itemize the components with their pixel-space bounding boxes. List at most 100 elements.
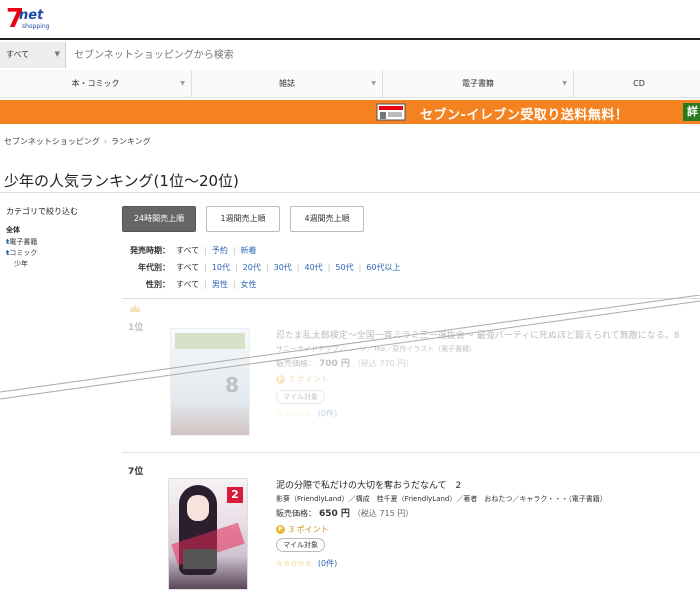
points-badge: P 3 ポイント <box>276 374 329 385</box>
chevron-down-icon: ▼ <box>54 50 60 58</box>
chevron-down-icon: ▼ <box>371 80 376 87</box>
price-value: 650 円 <box>319 509 350 519</box>
breadcrumb-home[interactable]: セブンネットショッピング <box>4 137 100 146</box>
filter-option-all[interactable]: すべて <box>176 242 199 259</box>
filter-label: 発売時期： <box>130 246 170 255</box>
sidebar-heading: カテゴリで絞り込む <box>6 207 78 216</box>
star-icons: ☆☆☆☆☆ <box>276 409 312 418</box>
divider <box>0 192 700 193</box>
filter-option-all[interactable]: すべて <box>176 259 199 276</box>
chevron-down-icon: ▼ <box>180 80 185 87</box>
category-nav: 本・コミック ▼ 雑誌 ▼ 電子書籍 ▼ CD <box>0 70 700 98</box>
tab-4week-sales[interactable]: 4週間売上順 <box>290 206 364 232</box>
sidebar-item-label: コミック <box>9 249 38 257</box>
store-icon <box>376 103 406 121</box>
ranking-item: 1位 8 忍たま乱太郎検定〜全国一斉ミラミ三一選抜会〜 最強パーティに死ぬほど鍛… <box>122 302 700 452</box>
cover-art <box>187 495 209 521</box>
price-tax: （税込 770 円） <box>352 359 414 368</box>
points-badge: P 3 ポイント <box>276 524 329 535</box>
sidebar-item-shonen[interactable]: 少年 <box>6 259 111 270</box>
filters: 発売時期： すべて | 予約 | 新着 年代別： すべて | 10代 | 20代 | 30… <box>122 242 405 293</box>
filter-option-60s-plus[interactable]: 60代以上 <box>366 259 400 276</box>
filter-release: 発売時期： すべて | 予約 | 新着 <box>122 242 405 259</box>
filter-option-40s[interactable]: 40代 <box>305 259 323 276</box>
nav-tab-label: 電子書籍 <box>462 79 494 88</box>
book-cover[interactable]: 8 <box>170 328 250 436</box>
item-title-link[interactable]: 忍たま乱太郎検定〜全国一斉ミラミ三一選抜会〜 最強パーティに死ぬほど鍛えられて無… <box>276 330 700 343</box>
period-tabs: 24時間売上順 1週間売上順 4週間売上順 <box>122 206 364 232</box>
breadcrumb-current: ランキング <box>111 137 151 146</box>
book-cover[interactable]: 2 <box>168 478 248 590</box>
cover-art <box>175 333 245 349</box>
filter-option-male[interactable]: 男性 <box>212 276 228 293</box>
sidebar-item-label: 電子書籍 <box>9 238 38 246</box>
search-bar: すべて ▼ <box>0 42 700 68</box>
free-shipping-banner[interactable]: セブン-イレブン受取り送料無料！ 詳 <box>0 100 700 124</box>
chevron-down-icon: ▼ <box>562 80 567 87</box>
filter-option-50s[interactable]: 50代 <box>335 259 353 276</box>
banner-text: セブン-イレブン受取り送料無料！ <box>420 108 629 123</box>
sidebar-item-all[interactable]: 全体 <box>6 225 111 235</box>
star-icons: ☆☆☆☆☆ <box>276 559 312 568</box>
category-select-value: すべて <box>6 50 30 59</box>
filter-gender: 性別： すべて | 男性 | 女性 <box>122 276 405 293</box>
filter-option-new[interactable]: 新着 <box>241 242 257 259</box>
nav-tab-magazines[interactable]: 雑誌 ▼ <box>192 70 383 97</box>
7net-logo[interactable]: 7 net shopping <box>6 5 50 35</box>
sidebar-item-comics[interactable]: ŧコミック <box>6 248 111 259</box>
cover-art: 8 <box>225 373 239 397</box>
rating-stars[interactable]: ☆☆☆☆☆ (0件) <box>276 558 337 569</box>
mile-badge: マイル対象 <box>276 538 325 552</box>
category-select[interactable]: すべて ▼ <box>0 42 66 68</box>
item-title-link[interactable]: 泥の分際で私だけの大切を奪おうだなんて 2 <box>276 480 700 493</box>
filter-option-10s[interactable]: 10代 <box>212 259 230 276</box>
filter-age: 年代別： すべて | 10代 | 20代 | 30代 | 40代 | 50代 | 60代以上 <box>122 259 405 276</box>
item-author: 影葵（FriendlyLand）／構成 桂千夏（FriendlyLand）／著者… <box>276 495 607 503</box>
logo-shopping: shopping <box>22 23 50 30</box>
page-title: 少年の人気ランキング(1位〜20位) <box>4 172 239 190</box>
tab-24h-sales[interactable]: 24時間売上順 <box>122 206 196 232</box>
filter-option-30s[interactable]: 30代 <box>274 259 292 276</box>
header: 7 net shopping <box>0 0 700 40</box>
banner-detail-button[interactable]: 詳 <box>683 103 700 121</box>
nav-tab-label: 本・コミック <box>71 79 120 88</box>
price-line: 販売価格： 700 円（税込 770 円） <box>276 356 413 369</box>
ranking-item: 7位 2 泥の分際で私だけの大切を奪おうだなんて 2 影葵（FriendlyLa… <box>122 460 700 592</box>
point-icon: P <box>276 525 285 534</box>
price-tax: （税込 715 円） <box>352 509 414 518</box>
divider <box>122 452 700 453</box>
breadcrumb: セブンネットショッピング › ランキング <box>4 136 151 147</box>
filter-option-all[interactable]: すべて <box>176 276 199 293</box>
filter-option-female[interactable]: 女性 <box>241 276 257 293</box>
nav-tab-label: 雑誌 <box>279 79 295 88</box>
points-value: 3 ポイント <box>289 525 329 534</box>
breadcrumb-separator: › <box>103 137 108 146</box>
points-value: 3 ポイント <box>289 375 329 384</box>
mile-badge: マイル対象 <box>276 390 325 404</box>
cover-art <box>183 549 217 569</box>
nav-tab-books-comics[interactable]: 本・コミック ▼ <box>0 70 192 97</box>
tab-1week-sales[interactable]: 1週間売上順 <box>206 206 280 232</box>
price-line: 販売価格： 650 円（税込 715 円） <box>276 506 413 519</box>
divider <box>122 298 700 299</box>
sidebar-item-ebooks[interactable]: ŧ電子書籍 <box>6 237 111 248</box>
review-count[interactable]: (0件) <box>318 409 337 418</box>
nav-tab-label: CD <box>633 79 645 88</box>
rank-label: 7位 <box>128 467 144 477</box>
rank-label: 1位 <box>128 323 144 333</box>
category-sidebar: カテゴリで絞り込む 全体 ŧ電子書籍 ŧコミック 少年 <box>6 206 111 270</box>
filter-option-preorder[interactable]: 予約 <box>212 242 228 259</box>
rating-stars[interactable]: ☆☆☆☆☆ (0件) <box>276 408 337 419</box>
item-author: サニーサイドアップ／... ソ／Tea／原作イラスト（電子書籍） <box>276 345 477 353</box>
filter-label: 性別： <box>146 280 170 289</box>
review-count[interactable]: (0件) <box>318 559 337 568</box>
point-icon: P <box>276 375 285 384</box>
crown-icon <box>130 304 140 312</box>
filter-option-20s[interactable]: 20代 <box>243 259 261 276</box>
price-label: 販売価格： <box>276 359 316 368</box>
nav-tab-ebooks[interactable]: 電子書籍 ▼ <box>383 70 574 97</box>
nav-tab-cd[interactable]: CD <box>574 70 700 97</box>
search-input[interactable] <box>66 42 700 68</box>
logo-net: net <box>19 8 44 23</box>
price-value: 700 円 <box>319 359 350 369</box>
